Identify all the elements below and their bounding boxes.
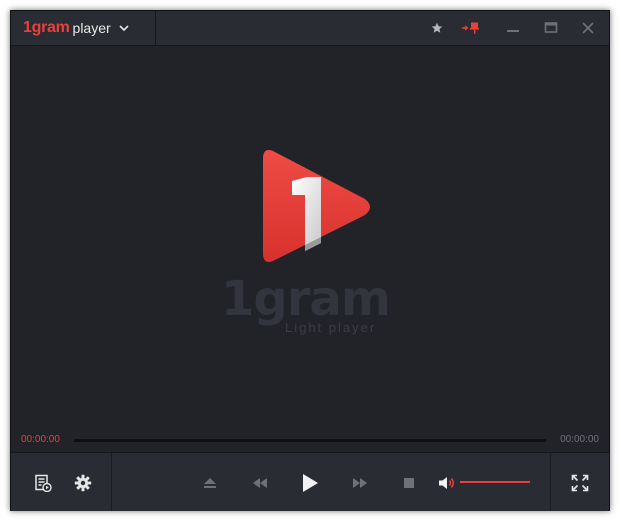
gear-icon bbox=[74, 474, 92, 492]
app-menu-button[interactable]: 1gram player bbox=[11, 11, 156, 45]
fullscreen-icon bbox=[571, 474, 589, 492]
close-icon bbox=[582, 22, 594, 34]
eject-button[interactable] bbox=[199, 472, 221, 494]
star-icon bbox=[431, 22, 443, 33]
fast-forward-button[interactable] bbox=[349, 472, 371, 494]
maximize-button[interactable] bbox=[541, 18, 561, 38]
splash-wordmark: 1gram Light player bbox=[221, 271, 391, 339]
settings-button[interactable] bbox=[72, 472, 94, 494]
play-button[interactable] bbox=[299, 472, 321, 494]
fullscreen-button[interactable] bbox=[569, 472, 591, 494]
rewind-button[interactable] bbox=[249, 472, 271, 494]
mute-button[interactable] bbox=[436, 472, 458, 494]
playlist-icon bbox=[35, 474, 52, 492]
title-bar[interactable]: 1gram player bbox=[11, 11, 609, 46]
seek-bar[interactable] bbox=[74, 439, 546, 442]
volume-icon bbox=[439, 477, 454, 489]
close-button[interactable] bbox=[578, 18, 598, 38]
volume-slider[interactable] bbox=[460, 481, 530, 483]
play-icon bbox=[303, 474, 318, 492]
seek-row: 00:00:00 00:00:00 bbox=[11, 432, 609, 452]
stop-icon bbox=[404, 478, 414, 488]
app-name: player bbox=[72, 20, 111, 36]
maximize-icon bbox=[544, 22, 558, 33]
favorite-button[interactable] bbox=[427, 18, 447, 38]
play-logo-icon bbox=[263, 150, 370, 262]
minimize-button[interactable] bbox=[503, 18, 523, 38]
splash-tagline: Light player bbox=[285, 320, 377, 335]
fast-forward-icon bbox=[353, 478, 367, 488]
control-bar-right bbox=[550, 453, 609, 511]
pin-on-top-button[interactable] bbox=[461, 18, 481, 38]
current-time: 00:00:00 bbox=[21, 434, 60, 445]
total-time: 00:00:00 bbox=[560, 434, 599, 445]
rewind-icon bbox=[253, 478, 267, 488]
eject-icon bbox=[204, 478, 216, 488]
player-window: 1gram player 1gram Light player 00:00:00… bbox=[10, 10, 610, 511]
video-area[interactable]: 1gram Light player bbox=[11, 46, 609, 432]
splash-wordmark-text: 1gram bbox=[221, 271, 391, 327]
control-bar bbox=[11, 452, 609, 511]
pin-icon bbox=[462, 22, 479, 35]
chevron-down-icon bbox=[119, 25, 129, 32]
control-bar-left bbox=[11, 453, 112, 511]
playlist-button[interactable] bbox=[32, 472, 54, 494]
minimize-icon bbox=[507, 30, 519, 32]
stop-button[interactable] bbox=[398, 472, 420, 494]
app-logo: 1gram bbox=[23, 19, 70, 36]
